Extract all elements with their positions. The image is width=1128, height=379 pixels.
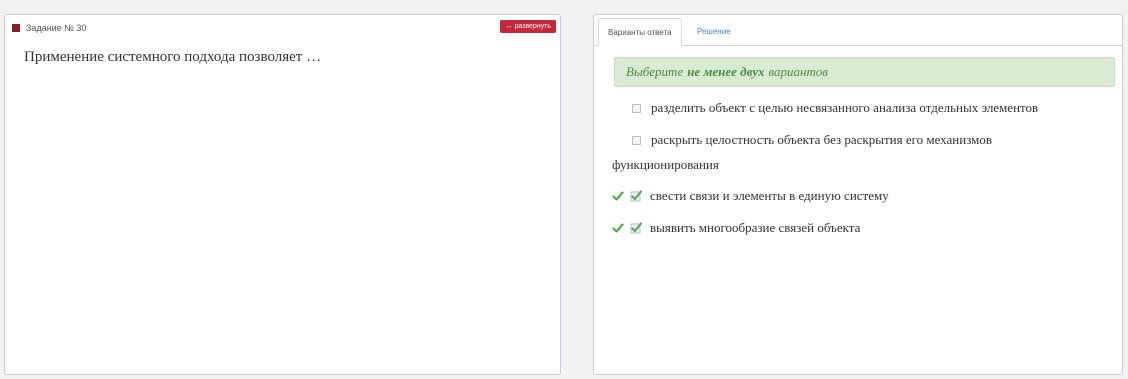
stage: Задание № 30 ↔ развернуть Применение сис… [0,0,1128,379]
task-marker-icon [12,24,20,32]
hint-emphasis: не менее двух [687,64,765,79]
expand-arrows-icon: ↔ [505,23,513,30]
tab-variants[interactable]: Варианты ответа [598,18,682,46]
task-header: Задание № 30 [12,21,86,35]
checked-checkbox-icon[interactable] [630,190,642,202]
answers-panel: Варианты ответа Решение Выберите не мене… [593,14,1123,375]
answer-option-text: свести связи и элементы в единую систему [650,188,889,203]
answer-option[interactable]: раскрыть целостность объекта без раскрыт… [632,132,992,148]
hint-prefix: Выберите [626,64,684,79]
green-checkmark-icon [612,191,624,201]
answer-option[interactable]: свести связи и элементы в единую систему [612,188,889,204]
answer-option-text: разделить объект с целью несвязанного ан… [651,100,1039,115]
hint-suffix: вариантов [768,64,829,79]
answer-option[interactable]: выявить многообразие связей объекта [612,220,860,236]
answer-option[interactable]: разделить объект с целью несвязанного ан… [632,100,1038,116]
tab-bar: Варианты ответа Решение [594,15,1122,46]
checked-checkbox-icon[interactable] [630,222,642,234]
tab-solution[interactable]: Решение [688,18,740,46]
answer-option-text: раскрыть целостность объекта без раскрыт… [651,132,993,147]
green-checkmark-icon [612,223,624,233]
question-text: Применение системного подхода позволяет … [24,49,322,65]
task-label: Задание № 30 [26,23,87,33]
task-panel: Задание № 30 ↔ развернуть Применение сис… [4,14,561,375]
answer-option-text: выявить многообразие связей объекта [650,220,861,235]
answer-option-continuation: функционирования [612,157,719,172]
hint-bar: Выберите не менее двух вариантов [614,57,1115,87]
expand-button[interactable]: ↔ развернуть [500,20,556,33]
checkbox-icon[interactable] [632,135,641,145]
checkbox-icon[interactable] [632,103,641,113]
expand-button-label: развернуть [514,23,551,30]
